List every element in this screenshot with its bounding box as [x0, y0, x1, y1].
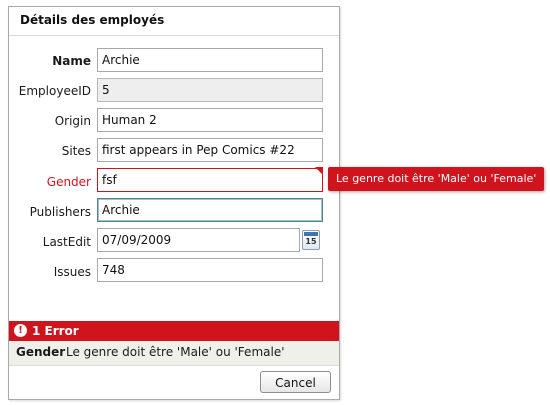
employee-id-field[interactable] — [97, 78, 323, 102]
error-corner-marker — [315, 167, 323, 175]
calendar-icon-day: 15 — [305, 237, 317, 246]
issues-label: Issues — [53, 265, 91, 279]
panel-title: Détails des employés — [20, 13, 165, 27]
gender-error-tooltip: Le genre doit être 'Male' ou 'Female' — [328, 167, 545, 191]
origin-field[interactable] — [97, 108, 323, 132]
cancel-button[interactable]: Cancel — [260, 371, 331, 393]
issues-field[interactable] — [97, 258, 323, 282]
employee-id-label: EmployeeID — [18, 84, 91, 98]
validation-summary-header: ! 1 Error — [9, 321, 339, 341]
gender-label: Gender — [46, 175, 91, 189]
title-divider — [9, 35, 339, 36]
publishers-field[interactable] — [97, 198, 323, 222]
validation-summary-item[interactable]: Gender Le genre doit être 'Male' ou 'Fem… — [9, 341, 339, 366]
sites-label: Sites — [61, 144, 91, 158]
employee-details-panel: Détails des employés Name EmployeeID Ori… — [8, 6, 340, 400]
calendar-icon-header — [304, 232, 318, 236]
calendar-icon[interactable]: 15 — [302, 230, 320, 250]
publishers-label: Publishers — [29, 205, 91, 219]
error-count: 1 Error — [32, 324, 79, 338]
error-message: Le genre doit être 'Male' ou 'Female' — [66, 345, 285, 359]
name-label: Name — [52, 54, 91, 68]
last-edit-label: LastEdit — [42, 235, 91, 249]
name-field[interactable] — [97, 48, 323, 72]
last-edit-date-field[interactable] — [97, 228, 300, 252]
error-icon: ! — [14, 324, 27, 337]
origin-label: Origin — [54, 114, 91, 128]
gender-field[interactable] — [97, 168, 323, 192]
sites-field[interactable] — [97, 138, 323, 162]
error-field-name: Gender — [16, 345, 66, 359]
